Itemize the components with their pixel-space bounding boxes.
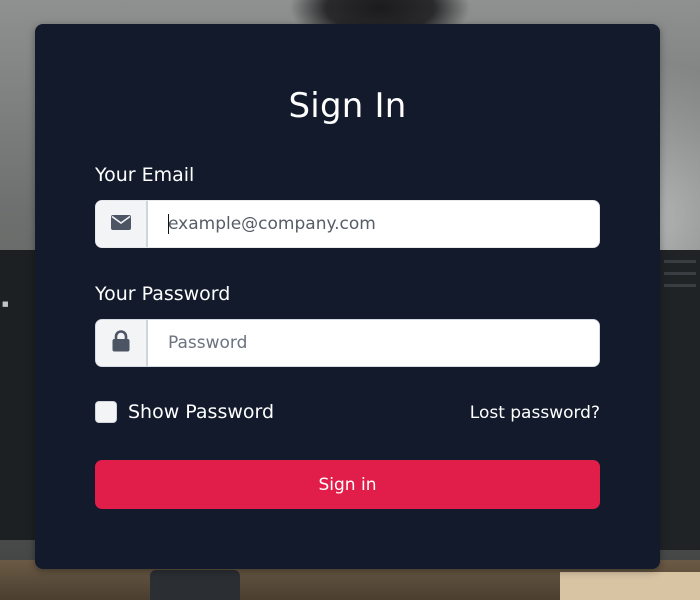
email-input-group [95,200,600,248]
email-label: Your Email [95,164,195,186]
password-label: Your Password [95,283,231,305]
background-pen-cup [150,570,240,600]
background-box [560,572,700,600]
options-row: Show Password Lost password? [95,400,600,426]
sign-in-button[interactable]: Sign in [95,460,600,509]
text-cursor [168,214,169,234]
show-password-label[interactable]: Show Password [128,400,274,424]
email-input[interactable] [148,201,599,247]
password-input[interactable] [148,320,599,366]
password-input-group [95,319,600,367]
lock-icon [112,330,130,356]
background-monitor-right [660,250,700,550]
email-addon [96,201,148,247]
show-password-checkbox[interactable] [95,401,117,423]
envelope-icon [111,214,131,234]
lost-password-link[interactable]: Lost password? [470,401,600,425]
background-monitor-label: ■ [2,300,9,308]
background-monitor-left: ■ [0,250,38,540]
password-addon [96,320,148,366]
page-title: Sign In [288,86,407,126]
sign-in-card: Sign In Your Email Your Password [35,24,660,569]
